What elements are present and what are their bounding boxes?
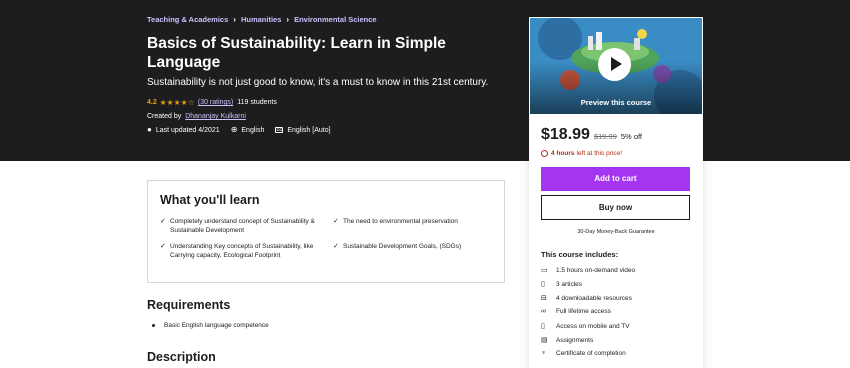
include-item: ♆ Certificate of completion: [541, 350, 626, 357]
captions: CC English [Auto]: [275, 126, 331, 134]
rating-score: 4.2: [147, 99, 157, 106]
purchase-sidebar: Preview this course $18.99 $19.99 5% off…: [529, 17, 703, 368]
assignment-icon: ▤: [541, 337, 548, 344]
download-icon: ⊟: [541, 295, 547, 302]
course-meta: ● Last updated 4/2021 ⊕ English CC Engli…: [147, 126, 342, 134]
created-by: Created by Dhananjay Kulkarni: [147, 113, 246, 120]
video-icon: ▭: [541, 267, 548, 274]
play-icon[interactable]: [598, 48, 631, 81]
breadcrumb: Teaching & Academics › Humanities › Envi…: [147, 15, 377, 24]
include-item: ⊟ 4 downloadable resources: [541, 294, 632, 303]
chevron-right-icon: ›: [286, 15, 290, 24]
price-timer: 4 hours left at this price!: [541, 150, 622, 157]
check-icon: ✓: [160, 243, 166, 250]
original-price: $19.99: [593, 132, 617, 141]
ratings-count-link[interactable]: (30 ratings): [198, 99, 233, 106]
include-item: ▯ 3 articles: [541, 280, 583, 289]
discount-percent: 5% off: [620, 132, 643, 141]
include-item: ▤ Assignments: [541, 336, 594, 345]
include-item: ▯ Access on mobile and TV: [541, 322, 630, 331]
learn-item-text: Sustainable Development Goals, (SDGs): [343, 243, 462, 250]
include-text: Certificate of completion: [556, 350, 626, 357]
captions-text: English [Auto]: [287, 126, 331, 134]
learn-item-text: The need to environmental preservation: [343, 218, 458, 225]
requirements-heading: Requirements: [147, 298, 231, 312]
breadcrumb-item-teaching[interactable]: Teaching & Academics: [147, 15, 228, 24]
check-icon: ✓: [333, 218, 339, 225]
last-updated-text: Last updated 4/2021: [155, 126, 220, 134]
check-icon: ✓: [333, 243, 339, 250]
article-icon: ▯: [541, 281, 545, 288]
mobile-icon: ▯: [541, 323, 545, 330]
breadcrumb-item-humanities[interactable]: Humanities: [241, 15, 281, 24]
include-text: 1.5 hours on-demand video: [556, 266, 636, 274]
include-text: Full lifetime access: [556, 308, 611, 315]
include-text: Access on mobile and TV: [556, 322, 630, 330]
requirement-text: Basic English language competence: [164, 322, 269, 329]
learn-item: ✓ Understanding Key concepts of Sustaina…: [160, 242, 320, 260]
author-link[interactable]: Dhananjay Kulkarni: [185, 113, 246, 120]
timer-text: left at this price!: [576, 150, 623, 157]
price-row: $18.99 $19.99 5% off: [541, 126, 642, 144]
learn-item: ✓ Sustainable Development Goals, (SDGs): [333, 242, 493, 251]
includes-title: This course includes:: [541, 250, 619, 259]
rating-row: 4.2 ★★★★☆ (30 ratings) 119 students: [147, 98, 277, 107]
current-price: $18.99: [541, 126, 590, 143]
include-text: 4 downloadable resources: [556, 294, 632, 302]
course-title: Basics of Sustainability: Learn in Simpl…: [147, 35, 446, 71]
course-subtitle: Sustainability is not just good to know,…: [147, 77, 489, 88]
language-text: English: [241, 126, 265, 134]
closed-captions-icon: CC: [275, 127, 284, 133]
infinity-icon: ∞: [541, 308, 546, 315]
requirement-item: Basic English language competence: [152, 322, 269, 329]
learn-item: ✓ Completely understand concept of Susta…: [160, 217, 320, 235]
bullet-icon: [152, 324, 155, 327]
students-count: 119 students: [237, 99, 277, 106]
timer-hours: 4 hours: [551, 150, 575, 157]
globe-icon: ⊕: [230, 125, 238, 134]
alarm-clock-icon: [541, 150, 548, 157]
language: ⊕ English: [231, 126, 265, 134]
include-item: ▭ 1.5 hours on-demand video: [541, 266, 636, 275]
created-by-label: Created by: [147, 113, 182, 120]
check-icon: ✓: [160, 218, 166, 225]
description-heading: Description: [147, 350, 216, 364]
breadcrumb-item-environmental-science[interactable]: Environmental Science: [294, 15, 377, 24]
add-to-cart-button[interactable]: Add to cart: [541, 167, 690, 191]
learn-item-text: Understanding Key concepts of Sustainabi…: [170, 243, 314, 259]
chevron-right-icon: ›: [233, 15, 236, 24]
star-rating-icon: ★★★★☆: [159, 98, 195, 107]
preview-label: Preview this course: [580, 98, 652, 107]
alert-badge-icon: ●: [147, 125, 152, 134]
learn-item-text: Completely understand concept of Sustain…: [170, 218, 315, 234]
money-back-guarantee: 30-Day Money-Back Guarantee: [577, 229, 655, 235]
buy-now-button[interactable]: Buy now: [541, 195, 690, 220]
what-you-will-learn: What you'll learn ✓ Completely understan…: [147, 180, 505, 283]
learn-title: What you'll learn: [160, 193, 260, 207]
include-text: Assignments: [556, 336, 594, 344]
trophy-icon: ♆: [541, 350, 547, 357]
include-text: 3 articles: [556, 280, 583, 288]
learn-item: ✓ The need to environmental preservation: [333, 217, 493, 226]
include-item: ∞ Full lifetime access: [541, 308, 611, 315]
course-preview[interactable]: Preview this course: [529, 17, 703, 115]
last-updated: ● Last updated 4/2021: [147, 126, 220, 134]
